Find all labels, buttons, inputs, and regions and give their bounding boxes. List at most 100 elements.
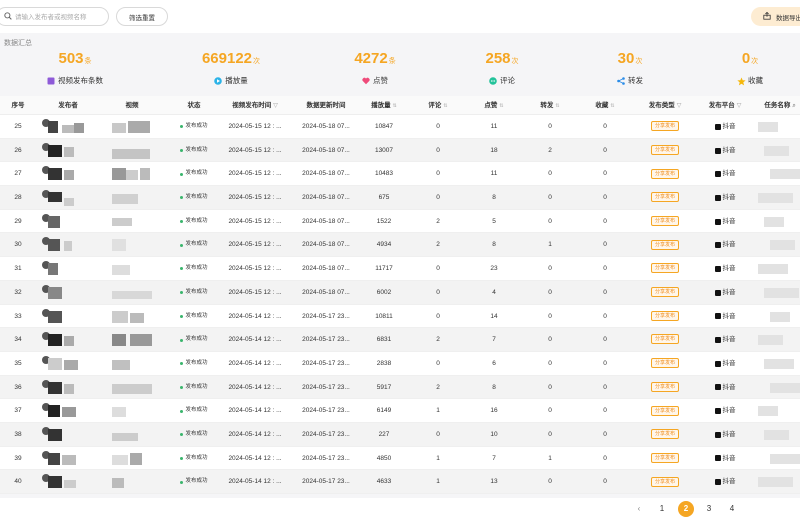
cell-publish-time: 2024-05-15 12 : ... xyxy=(228,217,282,225)
col-publish-type[interactable]: 发布类型 ▽ xyxy=(640,96,690,115)
search-box[interactable] xyxy=(0,7,109,26)
col-plays[interactable]: 播放量 ⇅ xyxy=(360,96,408,115)
col-publisher: 发布者 xyxy=(58,102,78,109)
video-thumbnail-redacted[interactable] xyxy=(130,452,142,465)
status-text: 发布成功 xyxy=(185,312,208,319)
cell-comments: 0 xyxy=(436,146,440,154)
video-thumbnail-redacted[interactable] xyxy=(112,454,128,465)
status-dot-icon xyxy=(180,196,184,200)
col-publish-time[interactable]: 视频发布时间 ▽ xyxy=(224,96,286,115)
status-dot-icon xyxy=(180,456,184,460)
filter-icon[interactable]: ▽ xyxy=(273,103,278,109)
cell-comments: 0 xyxy=(436,194,440,202)
col-task-name[interactable]: 任务名称 ⌕ xyxy=(758,96,800,115)
video-thumbnail-redacted[interactable] xyxy=(112,194,138,205)
filter-icon[interactable]: ▽ xyxy=(737,103,742,109)
search-input[interactable] xyxy=(15,11,105,23)
filter-reset-button[interactable]: 筛选重置 xyxy=(116,7,168,26)
video-thumbnail-redacted[interactable] xyxy=(112,168,126,181)
stat-plays: 669122次 播放量 xyxy=(166,50,296,86)
video-thumbnail-redacted[interactable] xyxy=(126,170,138,181)
cell-update-time: 2024-05-17 23... xyxy=(302,336,350,344)
cell-publish-type: 分享发布 xyxy=(640,257,690,281)
table-row[interactable]: 29 2024-05-15 12 : ... 2024-05-18 07... 152… xyxy=(0,210,800,234)
table-row[interactable]: 25 2024-05-15 12 : ... 2024-05-18 07... 108… xyxy=(0,115,800,139)
video-thumbnail-redacted[interactable] xyxy=(112,265,130,276)
video-thumbnail-redacted[interactable] xyxy=(112,383,152,394)
video-thumbnail-redacted[interactable] xyxy=(112,478,124,489)
col-platform[interactable]: 发布平台 ▽ xyxy=(700,96,750,115)
heart-icon xyxy=(362,77,370,85)
stat-value: 503 xyxy=(58,50,84,67)
video-thumbnail-redacted[interactable] xyxy=(130,334,152,347)
video-thumbnail-redacted[interactable] xyxy=(112,123,126,133)
stat-favorites: 0次 收藏 xyxy=(685,50,800,86)
task-name-redacted xyxy=(764,145,789,156)
col-likes[interactable]: 点赞 ⇅ xyxy=(474,96,514,115)
table-row[interactable]: 37 2024-05-14 12 : ... 2024-05-17 23... 614… xyxy=(0,399,800,423)
col-comments[interactable]: 评论 ⇅ xyxy=(418,96,458,115)
video-thumbnail-redacted[interactable] xyxy=(128,121,150,133)
cell-platform: 抖音 xyxy=(700,210,750,234)
video-thumbnail-redacted[interactable] xyxy=(112,290,152,299)
export-button[interactable]: 数据导出 xyxy=(751,7,800,26)
table-row[interactable]: 32 2024-05-15 12 : ... 2024-05-18 07... 600… xyxy=(0,280,800,305)
sort-icon[interactable]: ⇅ xyxy=(393,103,397,109)
cell-shares: 0 xyxy=(548,430,552,438)
video-thumbnail-redacted[interactable] xyxy=(130,312,144,323)
sort-icon[interactable]: ⇅ xyxy=(610,103,614,109)
table-row[interactable]: 26 2024-05-15 12 : ... 2024-05-18 07... 130… xyxy=(0,138,800,163)
col-favorites[interactable]: 收藏 ⇅ xyxy=(585,96,625,115)
table-row[interactable]: 34 2024-05-14 12 : ... 2024-05-17 23... 683… xyxy=(0,328,800,352)
prev-page-button[interactable]: ‹ xyxy=(631,501,647,517)
cell-status: 发布成功 xyxy=(176,328,212,352)
table-row[interactable]: 30 2024-05-15 12 : ... 2024-05-18 07... 493… xyxy=(0,233,800,258)
cell-publish-time: 2024-05-15 12 : ... xyxy=(228,170,282,178)
cell-publish-time: 2024-05-15 12 : ... xyxy=(228,146,282,154)
video-thumbnail-redacted[interactable] xyxy=(112,334,126,347)
task-name-redacted xyxy=(764,287,799,298)
filter-icon[interactable]: ▽ xyxy=(677,103,682,109)
table-row[interactable]: 38 2024-05-14 12 : ... 2024-05-17 23... 227… xyxy=(0,422,800,447)
cell-publish-time: 2024-05-15 12 : ... xyxy=(228,123,282,130)
col-shares[interactable]: 转发 ⇅ xyxy=(530,96,570,115)
video-thumbnail-redacted[interactable] xyxy=(112,217,132,226)
video-thumbnail-redacted[interactable] xyxy=(112,239,126,252)
publisher-name-redacted xyxy=(48,310,62,323)
table-row[interactable]: 40 2024-05-14 12 : ... 2024-05-17 23... 463… xyxy=(0,470,800,494)
cell-update-time: 2024-05-17 23... xyxy=(302,312,350,320)
video-thumbnail-redacted[interactable] xyxy=(112,310,128,323)
page-4-button[interactable]: 4 xyxy=(724,501,740,517)
page-2-button[interactable]: 2 xyxy=(678,501,694,517)
cell-favorites: 0 xyxy=(603,383,607,391)
table-row[interactable]: 33 2024-05-14 12 : ... 2024-05-17 23... 108… xyxy=(0,305,800,329)
table-row[interactable]: 39 2024-05-14 12 : ... 2024-05-17 23... 485… xyxy=(0,447,800,471)
video-thumbnail-redacted[interactable] xyxy=(112,432,138,441)
platform-text: 抖音 xyxy=(722,146,736,154)
table-row[interactable]: 28 2024-05-15 12 : ... 2024-05-18 07... 675… xyxy=(0,186,800,210)
page-3-button[interactable]: 3 xyxy=(701,501,717,517)
cell-favorites: 0 xyxy=(603,407,607,415)
table-row[interactable]: 36 2024-05-14 12 : ... 2024-05-17 23... 591… xyxy=(0,375,800,400)
platform-text: 抖音 xyxy=(722,312,736,320)
video-thumbnail-redacted[interactable] xyxy=(112,359,130,370)
publisher-name-redacted xyxy=(48,357,62,370)
video-thumbnail-redacted[interactable] xyxy=(112,148,150,159)
table-row[interactable]: 27 2024-05-15 12 : ... 2024-05-18 07... 104… xyxy=(0,162,800,187)
cell-publish-type: 分享发布 xyxy=(640,423,690,447)
sort-icon[interactable]: ⇅ xyxy=(499,103,503,109)
video-data-table: 序号 发布者 视频 状态 视频发布时间 ▽ 数据更新时间 播放量 ⇅ 评论 ⇅ 点赞 ⇅… xyxy=(0,96,800,494)
cell-update-time: 2024-05-17 23... xyxy=(302,430,350,438)
table-row[interactable]: 35 2024-05-14 12 : ... 2024-05-17 23... 283… xyxy=(0,352,800,376)
sort-icon[interactable]: ⇅ xyxy=(555,103,559,109)
cell-likes: 7 xyxy=(492,454,496,462)
search-icon[interactable]: ⌕ xyxy=(792,103,795,109)
page-1-button[interactable]: 1 xyxy=(654,501,670,517)
video-thumbnail-redacted[interactable] xyxy=(140,168,150,181)
table-row[interactable]: 31 2024-05-15 12 : ... 2024-05-18 07... 117… xyxy=(0,257,800,281)
douyin-icon xyxy=(714,313,721,320)
video-thumbnail-redacted[interactable] xyxy=(112,407,126,418)
platform-text: 抖音 xyxy=(722,336,736,344)
status-badge: 发布成功 xyxy=(180,305,208,329)
sort-icon[interactable]: ⇅ xyxy=(443,103,447,109)
